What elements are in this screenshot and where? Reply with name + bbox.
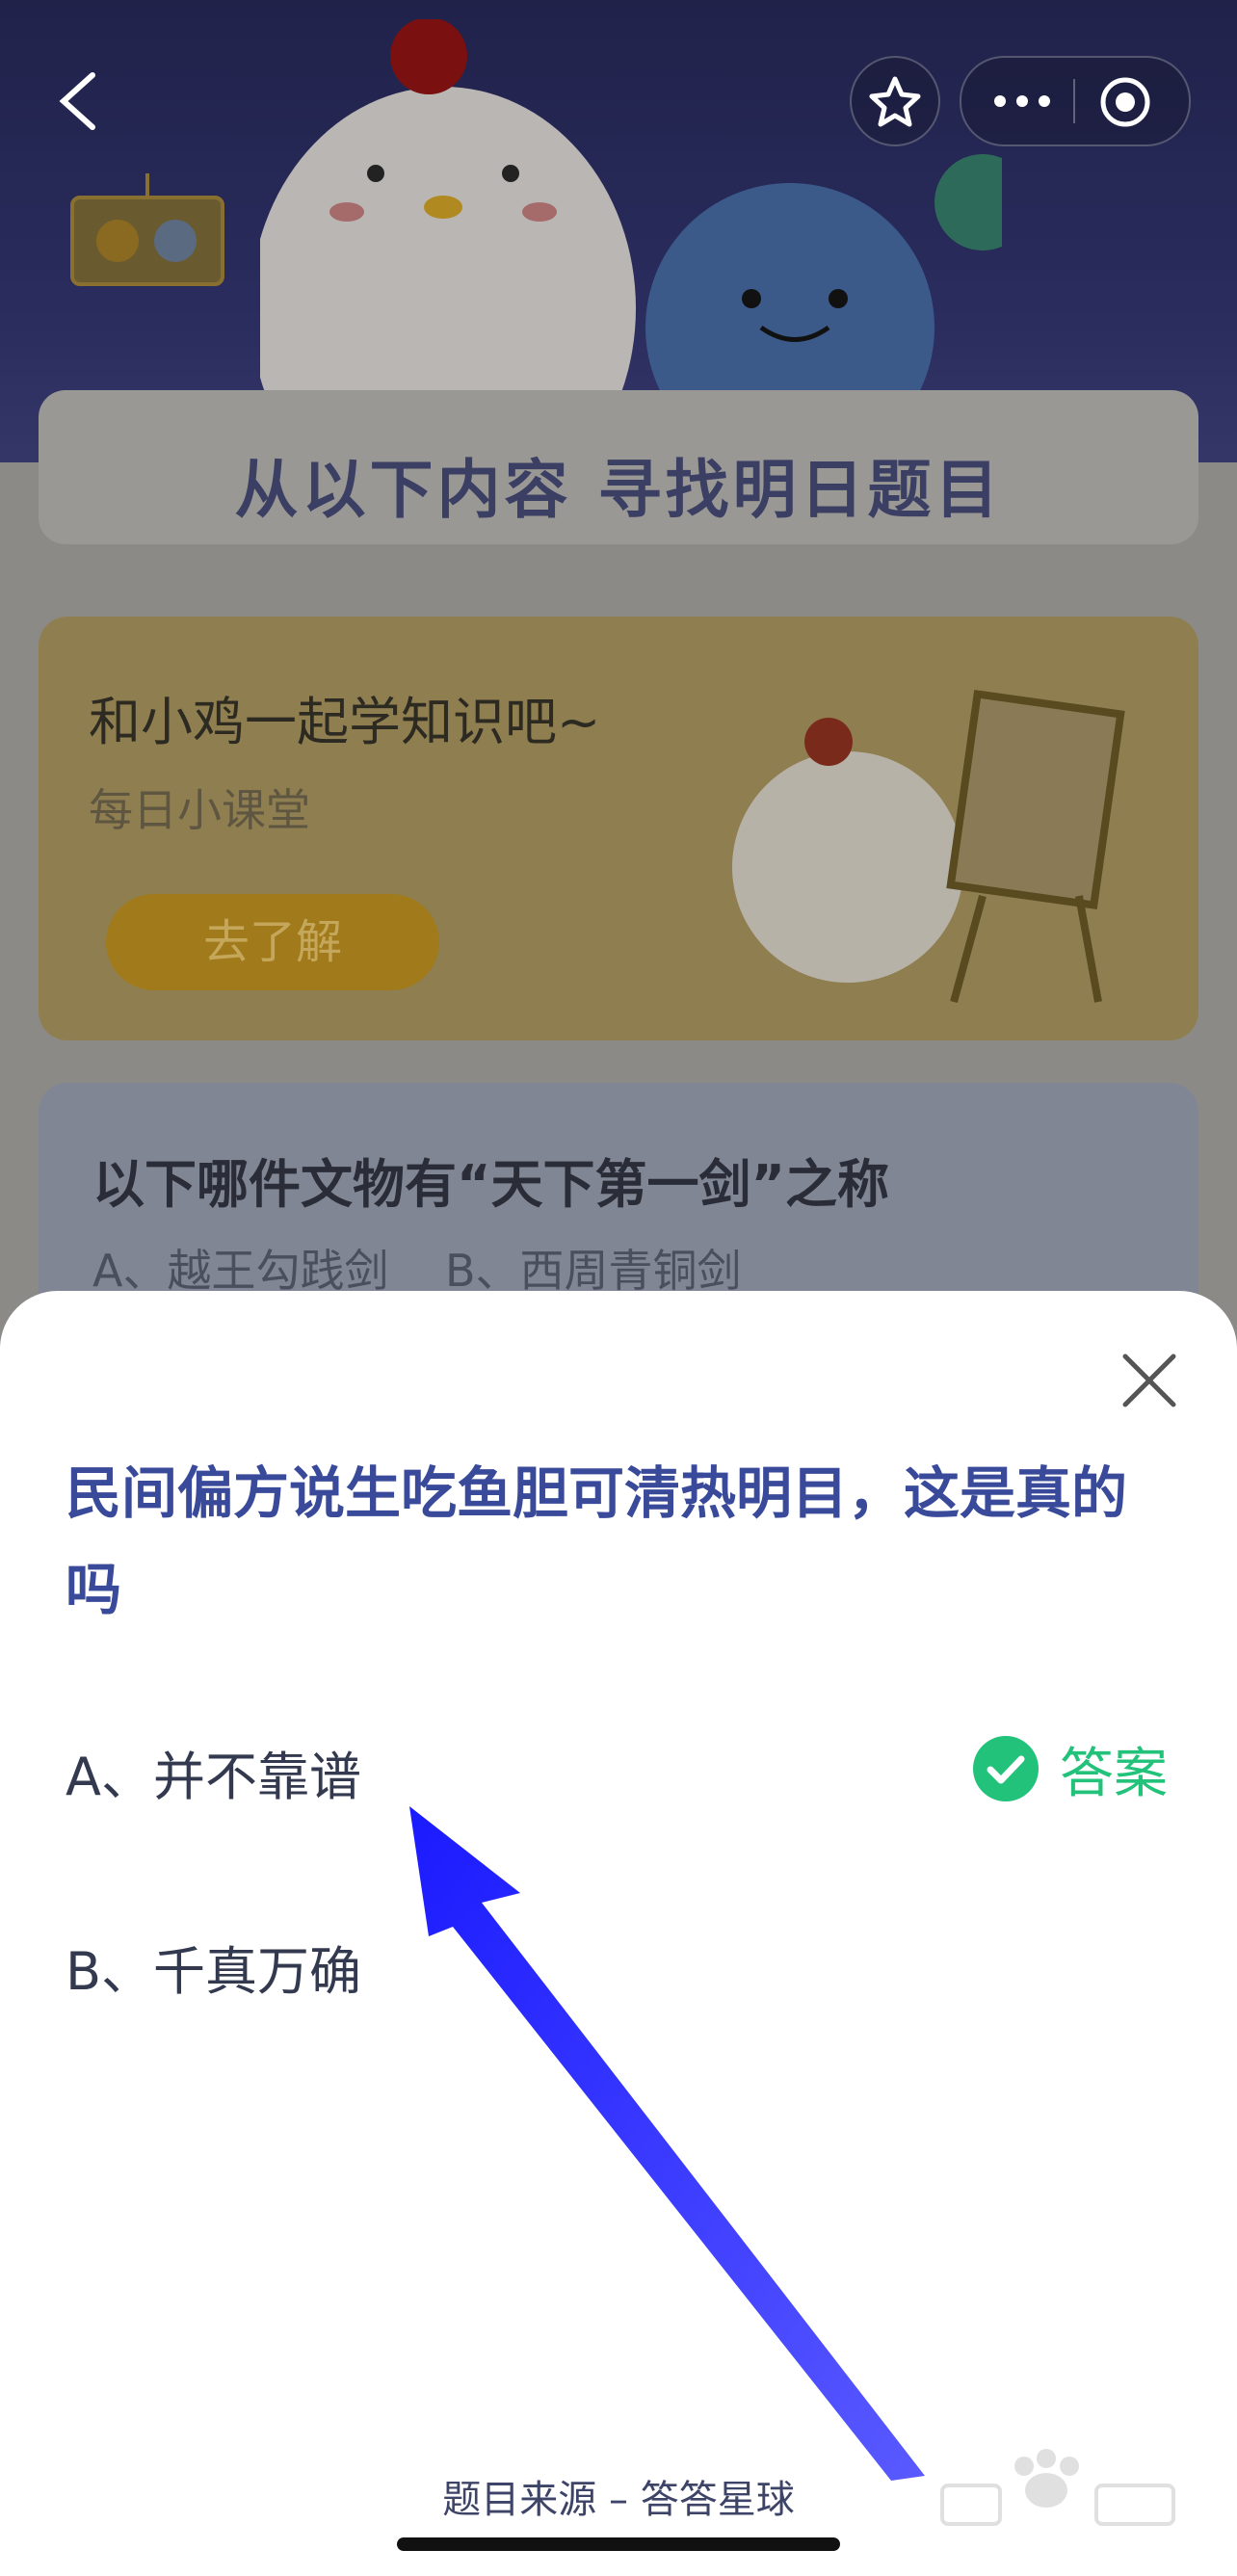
- answer-label: 答案: [1060, 1742, 1168, 1805]
- home-indicator: [397, 2537, 840, 2551]
- banner-title: 从以下内容 寻找明日题目: [234, 453, 1003, 527]
- watermark-logo-icon: [940, 2449, 1175, 2526]
- favorite-button[interactable]: [850, 56, 940, 146]
- close-icon[interactable]: [1118, 1349, 1181, 1412]
- star-icon: [869, 76, 921, 127]
- learn-card-subtitle: 每日小课堂: [89, 784, 310, 836]
- annotation-arrow: [409, 1806, 925, 2481]
- painting-chick-illustration: [732, 690, 1125, 1004]
- quiz-card-option-a: A、越王勾践剑: [92, 1245, 389, 1297]
- medal-badge-icon: [70, 173, 224, 286]
- option-b[interactable]: B、千真万确: [66, 1929, 361, 2005]
- answer-tag: 答案: [971, 1734, 1168, 1805]
- question-text: 民间偏方说生吃鱼胆可清热明目，这是真的吗: [66, 1460, 1128, 1622]
- back-icon[interactable]: [54, 67, 102, 135]
- option-a[interactable]: A、并不靠谱: [66, 1734, 361, 1810]
- quiz-card-title: 以下哪件文物有“天下第一剑”之称: [92, 1154, 889, 1215]
- learn-card-title: 和小鸡一起学知识吧~: [89, 692, 601, 752]
- check-icon: [973, 1736, 1039, 1801]
- learn-more-button[interactable]: 去了解: [106, 894, 439, 990]
- menu-capsule: [960, 56, 1191, 146]
- more-icon[interactable]: [988, 87, 1056, 116]
- quiz-card-option-b: B、西周青铜剑: [444, 1245, 742, 1297]
- capsule-divider: [1073, 79, 1075, 123]
- target-icon[interactable]: [1098, 75, 1152, 129]
